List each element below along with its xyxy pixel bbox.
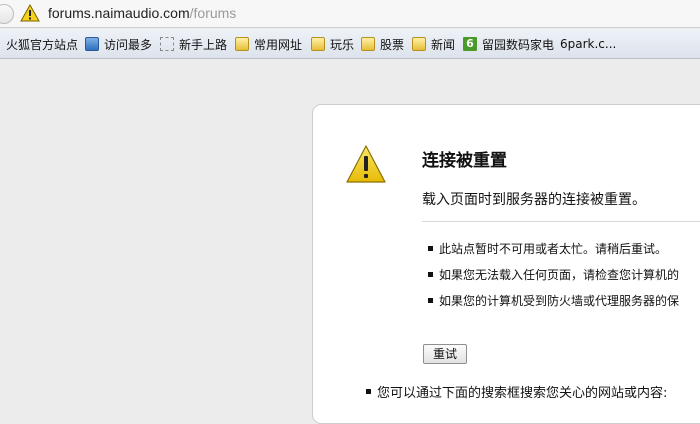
bookmark-label: 玩乐 <box>330 37 355 52</box>
bookmark-label: 股票 <box>380 37 405 52</box>
bookmark-label: 新闻 <box>431 37 456 52</box>
bookmark-label: 访问最多 <box>104 37 153 52</box>
bookmark-item[interactable]: 火狐官方站点 <box>6 35 78 53</box>
error-list-item: 如果您无法载入任何页面，请检查您计算机的 <box>428 266 679 283</box>
search-note: 您可以通过下面的搜索框搜索您关心的网站或内容: <box>366 382 667 401</box>
search-icon <box>85 37 99 51</box>
error-subtitle: 载入页面时到服务器的连接被重置。 <box>422 192 646 208</box>
bullet <box>428 272 433 277</box>
bullet <box>428 298 433 303</box>
dashed-page-icon <box>160 37 174 51</box>
bookmark-item[interactable]: 玩乐 <box>311 35 354 53</box>
warning-icon <box>20 4 40 22</box>
bookmark-label: 6park.c... <box>560 37 617 51</box>
bookmark-item[interactable]: 常用网址 <box>235 35 302 53</box>
url-text[interactable]: forums.naimaudio.com/forums <box>48 5 236 21</box>
bookmark-item[interactable]: 股票 <box>361 35 404 53</box>
back-button[interactable] <box>0 4 14 24</box>
bookmark-item[interactable]: 访问最多 <box>85 35 152 53</box>
divider <box>422 221 700 222</box>
bullet <box>428 246 433 251</box>
bookmark-label: 留园数码家电 <box>482 37 555 52</box>
error-list-item-text: 此站点暂时不可用或者太忙。请稍后重试。 <box>439 242 668 256</box>
error-list-item-text: 如果您无法载入任何页面，请检查您计算机的 <box>439 268 680 282</box>
folder-icon <box>235 37 249 51</box>
bookmark-item[interactable]: 新闻 <box>412 35 455 53</box>
retry-button[interactable]: 重试 <box>423 344 468 364</box>
folder-icon <box>361 37 375 51</box>
warning-icon <box>346 145 386 183</box>
url-host: forums.naimaudio.com <box>48 5 190 21</box>
folder-icon <box>311 37 325 51</box>
bullet <box>366 389 371 394</box>
error-list-item: 如果您的计算机受到防火墙或代理服务器的保 <box>428 292 679 309</box>
bookmarks-toolbar: 火狐官方站点 访问最多 新手上路 常用网址 玩乐 股票 新闻 6 留园数码家电 … <box>0 29 700 59</box>
error-list-item: 此站点暂时不可用或者太忙。请稍后重试。 <box>428 240 667 257</box>
bookmark-label: 火狐官方站点 <box>6 37 79 52</box>
bookmark-item[interactable]: 6park.c... <box>560 35 616 53</box>
url-path: /forums <box>189 5 237 21</box>
bookmark-item[interactable]: 6 留园数码家电 <box>463 35 554 53</box>
search-note-text: 您可以通过下面的搜索框搜索您关心的网站或内容: <box>377 386 668 401</box>
six-icon: 6 <box>463 37 477 51</box>
address-bar[interactable]: forums.naimaudio.com/forums <box>0 0 700 28</box>
folder-icon <box>412 37 426 51</box>
error-list-item-text: 如果您的计算机受到防火墙或代理服务器的保 <box>439 294 680 308</box>
bookmark-label: 新手上路 <box>179 37 228 52</box>
bookmark-label: 常用网址 <box>254 37 303 52</box>
bookmark-item[interactable]: 新手上路 <box>160 35 227 53</box>
error-title: 连接被重置 <box>422 151 507 171</box>
